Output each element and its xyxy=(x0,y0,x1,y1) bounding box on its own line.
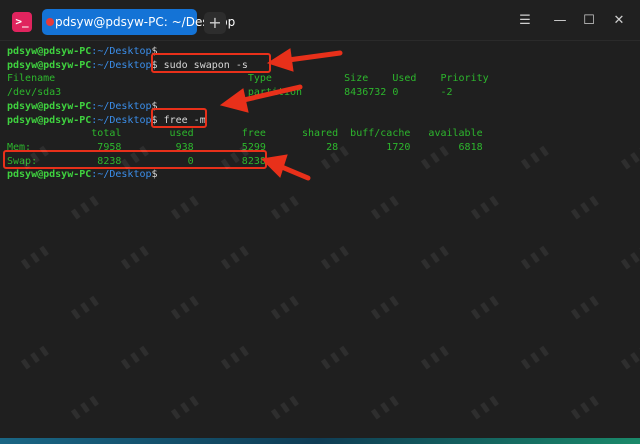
maximize-button[interactable]: ☐ xyxy=(581,13,597,29)
terminal-output-area[interactable]: pdsyw@pdsyw-PC:~/Desktop$ pdsyw@pdsyw-PC:… xyxy=(0,41,640,438)
title-bar: >_ pdsyw@pdsyw-PC: ~/Desktop + ☰ — ☐ ✕ xyxy=(0,0,640,41)
minimize-button[interactable]: — xyxy=(552,13,568,29)
close-button[interactable]: ✕ xyxy=(611,13,627,29)
terminal-window: >_ pdsyw@pdsyw-PC: ~/Desktop + ☰ — ☐ ✕ p… xyxy=(0,0,640,438)
tab-terminal[interactable]: pdsyw@pdsyw-PC: ~/Desktop xyxy=(42,9,235,35)
terminal-icon: >_ xyxy=(12,12,32,32)
new-tab-button[interactable]: + xyxy=(204,12,226,34)
menu-icon[interactable]: ☰ xyxy=(517,13,533,29)
red-arrow-icon xyxy=(219,48,343,181)
tab-activity-dot xyxy=(46,18,54,26)
